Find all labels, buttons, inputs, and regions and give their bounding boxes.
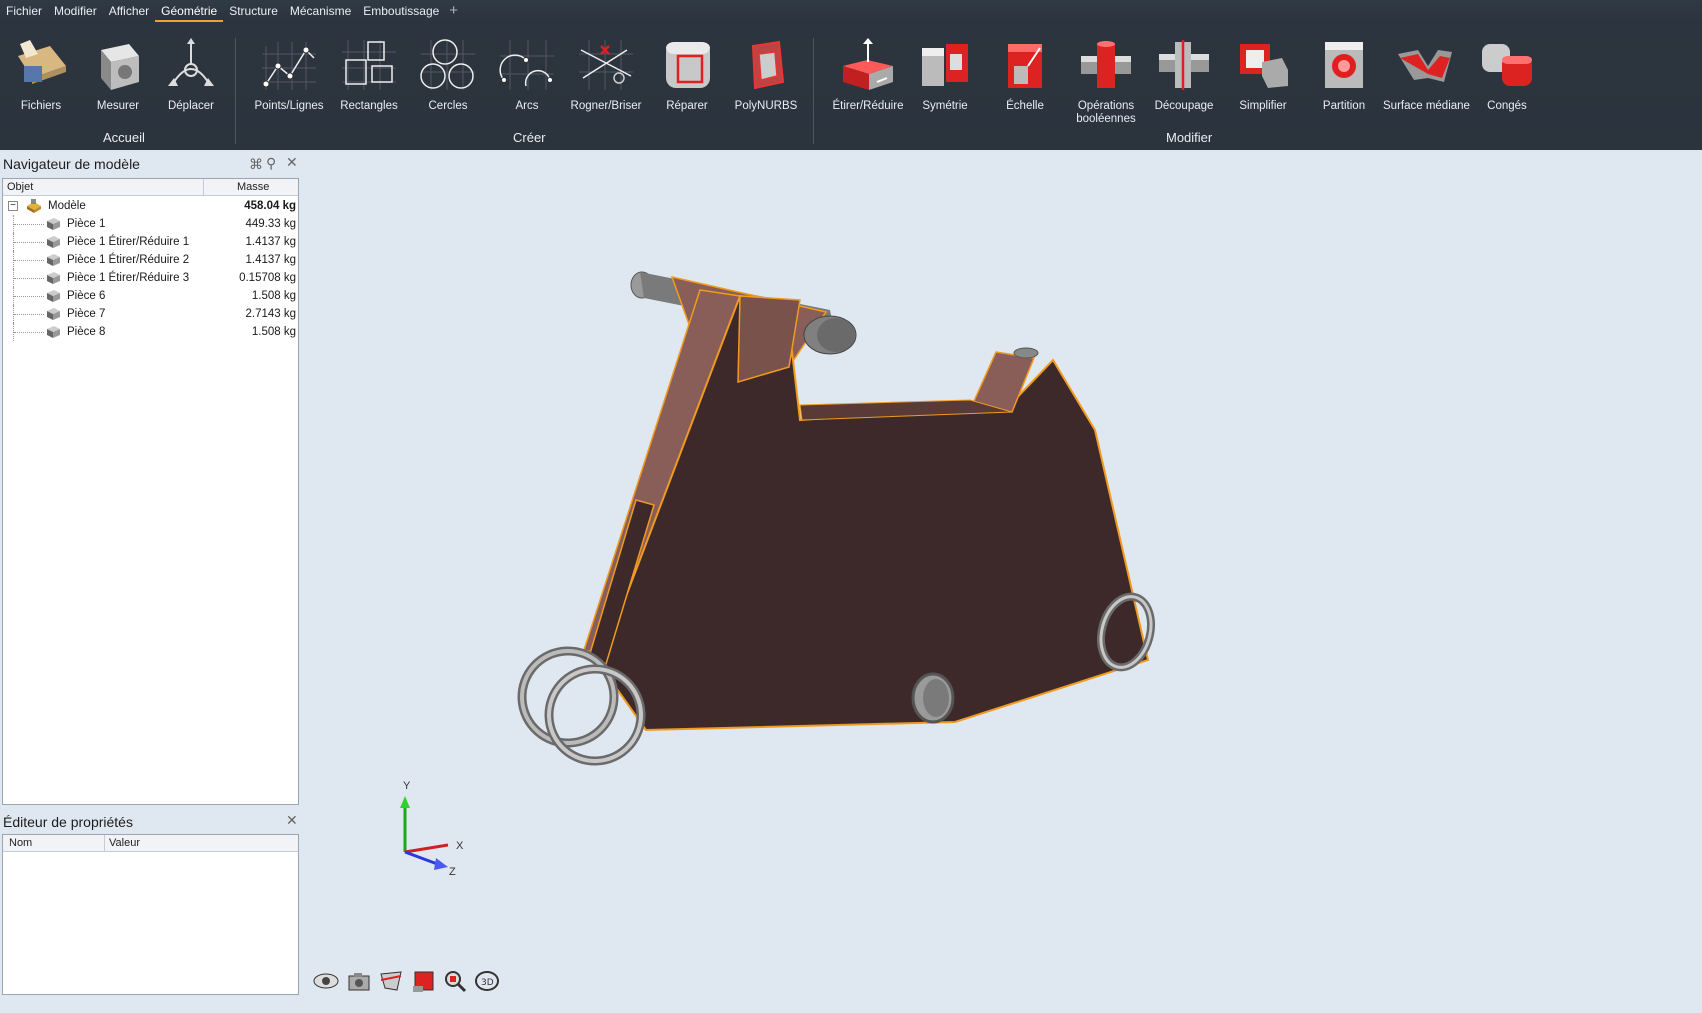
tool-decoupage[interactable]: Découpage — [1145, 36, 1223, 113]
circles-icon — [420, 39, 475, 90]
tool-etirer-reduire[interactable]: Étirer/Réduire — [829, 36, 907, 113]
group-accueil: Accueil — [103, 130, 145, 145]
part-icon — [47, 272, 60, 284]
tool-fichiers[interactable]: Fichiers — [2, 36, 80, 113]
col-name[interactable]: Nom — [9, 837, 32, 849]
tool-mesurer[interactable]: Mesurer — [79, 36, 157, 113]
tool-polynurbs[interactable]: PolyNURBS — [727, 36, 805, 113]
part-icon — [47, 326, 60, 338]
properties-close-icon[interactable]: ✕ — [286, 812, 298, 829]
tree-item[interactable]: Pièce 1 449.33 kg — [3, 215, 300, 233]
search-icon[interactable]: ⚲ — [266, 155, 276, 172]
part-icon — [47, 218, 60, 230]
boolean-label-line1: Opérations — [1077, 100, 1135, 112]
menu-fichier[interactable]: Fichier — [0, 0, 48, 22]
tree-item[interactable]: Pièce 1 Étirer/Réduire 1 1.4137 kg — [3, 233, 300, 251]
tool-deplacer[interactable]: Déplacer — [152, 36, 230, 113]
menu-geometrie[interactable]: Géométrie — [155, 0, 224, 22]
menu-mecanisme[interactable]: Mécanisme — [284, 0, 357, 22]
collapse-icon[interactable]: − — [8, 201, 18, 211]
menu-modifier[interactable]: Modifier — [48, 0, 103, 22]
tree-item[interactable]: Pièce 7 2.7143 kg — [3, 305, 300, 323]
tool-rogner-briser[interactable]: Rogner/Briser — [567, 36, 645, 113]
tool-symetrie[interactable]: Symétrie — [906, 36, 984, 113]
tree-item[interactable]: Pièce 6 1.508 kg — [3, 287, 300, 305]
rectangles-icon — [342, 40, 396, 90]
close-icon[interactable]: ✕ — [286, 154, 298, 171]
part-icon — [47, 236, 60, 248]
zoom-icon[interactable] — [441, 968, 469, 994]
tree-item[interactable]: Pièce 1 Étirer/Réduire 3 0.15708 kg — [3, 269, 300, 287]
tool-reparer[interactable]: Réparer — [648, 36, 726, 113]
tool-cercles[interactable]: Cercles — [409, 36, 487, 113]
navigator-title: Navigateur de modèle — [3, 156, 140, 172]
files-icon — [18, 40, 66, 84]
arcs-icon — [499, 40, 554, 90]
tool-surface-mediane[interactable]: Surface médiane — [1383, 36, 1470, 113]
menu-emboutissage[interactable]: Emboutissage — [357, 0, 445, 22]
navigator-header: Objet Masse — [3, 179, 298, 196]
model-icon — [27, 199, 41, 213]
add-tab-icon[interactable]: + — [445, 0, 462, 22]
camera-icon[interactable] — [345, 968, 373, 994]
axis-z-label: Z — [449, 866, 456, 878]
menu-afficher[interactable]: Afficher — [103, 0, 155, 22]
menu-structure[interactable]: Structure — [223, 0, 284, 22]
midsurface-icon — [1398, 50, 1452, 82]
eye-icon[interactable] — [312, 968, 340, 994]
fillets-icon — [1482, 44, 1532, 86]
col-value[interactable]: Valeur — [109, 837, 140, 849]
group-modifier: Modifier — [1166, 130, 1213, 145]
axis-x-label: X — [456, 840, 464, 852]
navigator-panel: Objet Masse − Modèle 458.04 kg Pièce 1 44… — [2, 178, 299, 805]
polynurbs-icon — [751, 40, 785, 90]
repair-icon — [666, 42, 710, 88]
pin-icon[interactable]: ⌘ — [249, 156, 263, 173]
tool-simplifier[interactable]: Simplifier — [1224, 36, 1302, 113]
tree-item[interactable]: Pièce 8 1.508 kg — [3, 323, 300, 341]
ribbon: Fichier Modifier Afficher Géométrie Stru… — [0, 0, 1702, 150]
push-pull-icon — [843, 38, 893, 90]
group-creer: Créer — [513, 130, 546, 145]
simplify-icon — [1240, 44, 1288, 88]
mirror-icon — [922, 44, 968, 86]
section-view-icon[interactable] — [377, 968, 405, 994]
partition-icon — [1325, 42, 1363, 88]
boolean-icon — [1081, 41, 1131, 88]
col-mass[interactable]: Masse — [237, 181, 269, 193]
svg-text:3D: 3D — [481, 978, 494, 988]
shaded-view-icon[interactable] — [409, 968, 437, 994]
boolean-label-line2: booléennes — [1076, 113, 1136, 125]
frame-model[interactable] — [509, 271, 1158, 774]
part-icon — [47, 308, 60, 320]
measure-icon — [101, 44, 139, 90]
knob — [1013, 347, 1039, 359]
tree-root[interactable]: − Modèle 458.04 kg — [3, 197, 300, 215]
properties-title: Éditeur de propriétés — [3, 814, 133, 830]
trim-break-icon — [579, 40, 633, 90]
part-icon — [47, 254, 60, 266]
move-icon — [168, 38, 214, 86]
viewport-3d[interactable] — [300, 150, 1702, 1013]
part-icon — [47, 290, 60, 302]
properties-panel: Nom Valeur — [2, 834, 299, 995]
split-icon — [1159, 40, 1209, 90]
3d-rotate-icon[interactable]: 3D — [473, 968, 501, 994]
tool-rectangles[interactable]: Rectangles — [330, 36, 408, 113]
menu-bar: Fichier Modifier Afficher Géométrie Stru… — [0, 0, 1702, 22]
properties-header: Nom Valeur — [3, 835, 298, 852]
tree-item[interactable]: Pièce 1 Étirer/Réduire 2 1.4137 kg — [3, 251, 300, 269]
tool-partition[interactable]: Partition — [1305, 36, 1383, 113]
col-object[interactable]: Objet — [7, 181, 33, 193]
tool-arcs[interactable]: Arcs — [488, 36, 566, 113]
tool-points-lignes[interactable]: Points/Lignes — [250, 36, 328, 113]
tool-conges[interactable]: Congés — [1468, 36, 1546, 113]
axis-y-label: Y — [403, 780, 411, 792]
tool-echelle[interactable]: Échelle — [986, 36, 1064, 113]
tool-operations-booleennes[interactable]: Opérations booléennes — [1066, 36, 1146, 126]
points-lines-icon — [262, 42, 316, 90]
axis-triad — [400, 796, 449, 870]
scale-icon — [1008, 44, 1042, 88]
